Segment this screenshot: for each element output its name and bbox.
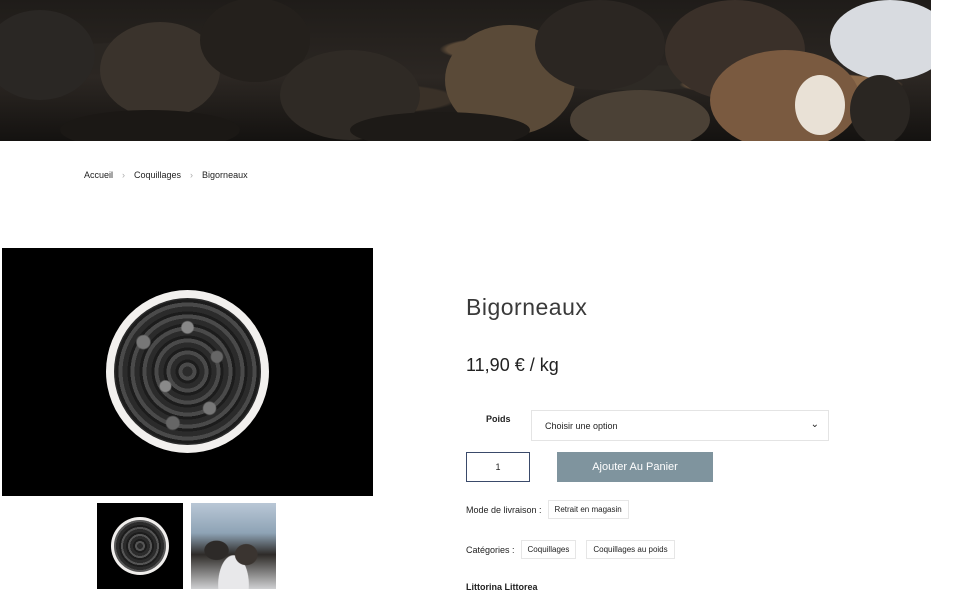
chevron-right-icon: ›: [190, 170, 194, 180]
categories-label: Catégories :: [466, 544, 515, 555]
breadcrumb-home-link[interactable]: Accueil: [84, 170, 113, 180]
product-main-image[interactable]: [2, 248, 373, 496]
latin-name: Littorina Littorea: [466, 582, 538, 592]
product-title: Bigorneaux: [466, 294, 588, 320]
category-tag[interactable]: Coquillages au poids: [586, 540, 675, 559]
weight-option-value: Choisir une option: [545, 421, 618, 431]
bowl-of-periwinkles: [106, 290, 269, 453]
delivery-mode-row: Mode de livraison : Retrait en magasin: [466, 500, 629, 519]
add-to-cart-button[interactable]: Ajouter Au Panier: [557, 452, 713, 482]
product-thumbnail-1[interactable]: [97, 503, 183, 589]
breadcrumb-current: Bigorneaux: [202, 170, 248, 180]
quantity-input[interactable]: 1: [466, 452, 530, 482]
delivery-mode-label: Mode de livraison :: [466, 504, 542, 515]
delivery-mode-tag[interactable]: Retrait en magasin: [547, 500, 629, 519]
weight-option-label: Poids: [486, 414, 511, 424]
breadcrumb-category-link[interactable]: Coquillages: [134, 170, 181, 180]
chevron-right-icon: ›: [122, 170, 126, 180]
hero-banner-image: [0, 0, 931, 141]
product-price: 11,90 € / kg: [466, 355, 559, 375]
categories-row: Catégories : Coquillages Coquillages au …: [466, 540, 675, 559]
product-thumbnail-2[interactable]: [191, 503, 276, 589]
chevron-down-icon: ⌄: [810, 419, 819, 430]
breadcrumb: Accueil › Coquillages › Bigorneaux: [84, 170, 248, 180]
weight-option-select[interactable]: Choisir une option ⌄: [531, 410, 829, 441]
category-tag[interactable]: Coquillages: [520, 540, 577, 559]
